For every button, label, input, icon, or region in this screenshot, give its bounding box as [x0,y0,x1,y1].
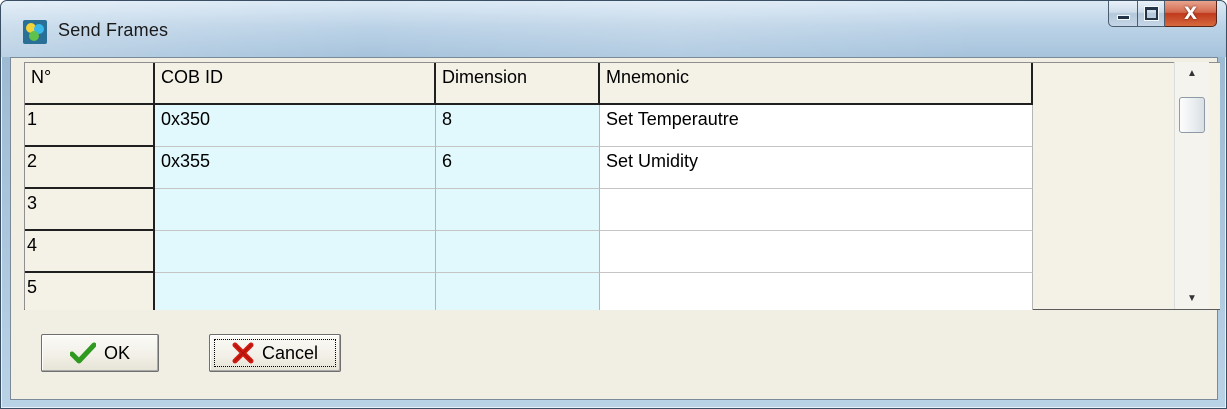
scrollbar-thumb[interactable] [1179,97,1205,133]
window-title: Send Frames [58,20,169,40]
frames-grid: N° COB ID Dimension Mnemonic 1 0x350 8 S… [24,62,1220,310]
focus-rectangle [214,339,336,367]
dimension-cell[interactable]: 8 [436,105,600,147]
minimize-button[interactable] [1108,1,1137,27]
column-header-n[interactable]: N° [25,63,155,105]
cob-id-cell[interactable]: 0x350 [155,105,436,147]
mnemonic-cell[interactable] [600,273,1033,310]
close-button[interactable]: X [1165,1,1217,27]
cob-id-cell[interactable] [155,189,436,231]
ok-button[interactable]: OK [41,334,159,372]
cob-id-cell[interactable] [155,273,436,310]
mnemonic-cell[interactable] [600,231,1033,273]
maximize-icon [1144,7,1158,20]
scroll-down-icon[interactable]: ▼ [1175,287,1209,309]
row-number-cell[interactable]: 4 [25,231,155,273]
scroll-up-icon[interactable]: ▲ [1175,62,1209,84]
row-number-cell[interactable]: 1 [25,105,155,147]
app-icon [23,20,47,44]
mnemonic-cell[interactable] [600,189,1033,231]
checkmark-icon [69,342,96,364]
cob-id-cell[interactable]: 0x355 [155,147,436,189]
title-bar[interactable]: Send Frames X [1,1,1226,57]
close-icon: X [1183,3,1198,24]
dimension-cell[interactable] [436,273,600,310]
vertical-scrollbar[interactable]: ▲ ▼ [1174,62,1209,309]
maximize-button[interactable] [1137,1,1165,27]
row-number-cell[interactable]: 5 [25,273,155,310]
column-header-cob-id[interactable]: COB ID [155,63,436,105]
ok-button-label: OK [103,342,130,363]
dimension-cell[interactable] [436,231,600,273]
dialog-client-area: N° COB ID Dimension Mnemonic 1 0x350 8 S… [10,57,1220,400]
row-number-cell[interactable]: 2 [25,147,155,189]
cob-id-cell[interactable] [155,231,436,273]
mnemonic-cell[interactable]: Set Temperautre [600,105,1033,147]
column-header-dimension[interactable]: Dimension [436,63,600,105]
cancel-button[interactable]: Cancel [209,334,341,372]
caption-buttons: X [1108,1,1217,28]
send-frames-window: Send Frames X N° COB ID Dimension Mnemon… [0,0,1227,409]
dimension-cell[interactable]: 6 [436,147,600,189]
mnemonic-cell[interactable]: Set Umidity [600,147,1033,189]
column-header-mnemonic[interactable]: Mnemonic [600,63,1033,105]
row-number-cell[interactable]: 3 [25,189,155,231]
dimension-cell[interactable] [436,189,600,231]
minimize-icon [1116,15,1130,20]
